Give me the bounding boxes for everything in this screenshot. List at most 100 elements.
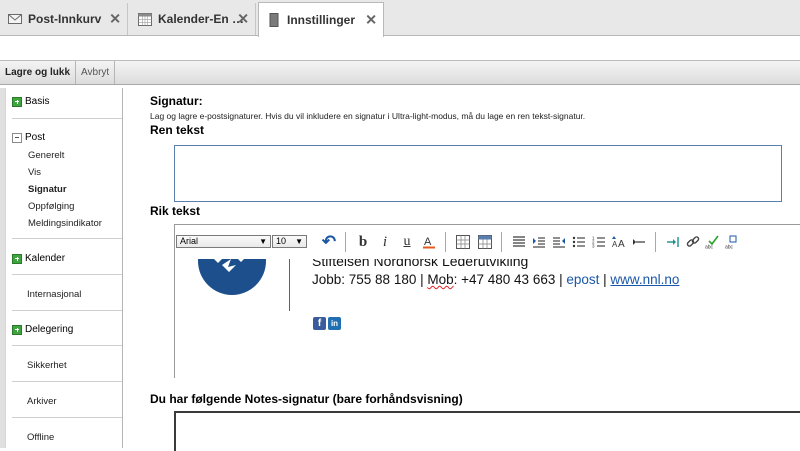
- font-size-select[interactable]: 10 ▼: [272, 235, 307, 248]
- font-family-select[interactable]: Arial ▼: [176, 235, 271, 248]
- nav-item-generelt[interactable]: Generelt: [28, 150, 64, 161]
- settings-nav: Basis Post Generelt Vis Signatur Oppfølg…: [5, 88, 123, 448]
- website-link[interactable]: www.nnl.no: [610, 272, 679, 287]
- nav-item-vis[interactable]: Vis: [28, 167, 41, 178]
- tab-innstillinger[interactable]: Innstillinger ✕: [258, 2, 384, 37]
- divider: [501, 232, 502, 252]
- plain-text-signature-input[interactable]: [174, 145, 782, 202]
- divider: [12, 118, 122, 119]
- table-properties-icon[interactable]: [477, 234, 493, 250]
- nav-section-kalender[interactable]: Kalender: [12, 253, 65, 264]
- link-icon[interactable]: [685, 234, 701, 250]
- nav-section-arkiver[interactable]: Arkiver: [27, 396, 57, 407]
- tab-label: Kalender-En …: [158, 12, 245, 26]
- dropdown-arrow-icon: ▼: [295, 237, 303, 246]
- linkedin-glyph: in: [330, 319, 339, 328]
- nav-label: Kalender: [25, 253, 66, 264]
- font-value: Arial: [180, 236, 199, 246]
- nav-section-post[interactable]: Post: [12, 132, 45, 143]
- calendar-icon: [138, 12, 152, 26]
- font-size-icon[interactable]: AA: [611, 234, 627, 250]
- table-icon[interactable]: [455, 234, 471, 250]
- notes-signature-preview: [174, 411, 800, 451]
- rich-text-signature-body[interactable]: Stiftelsen Nordnorsk Lederutvikling Jobb…: [175, 259, 800, 379]
- signature-org-name: Stiftelsen Nordnorsk Lederutvikling: [312, 259, 529, 269]
- spellcheck-options-icon[interactable]: abc: [725, 234, 741, 250]
- align-icon[interactable]: [511, 234, 527, 250]
- spellcheck-icon[interactable]: abc: [705, 234, 721, 250]
- outdent-icon[interactable]: [551, 234, 567, 250]
- rich-text-toolbar: Arial ▼ 10 ▼ ↶ b i u A 1 2 3 A A abc abc: [175, 225, 800, 259]
- signature-description: Lag og lagre e-postsignaturer. Hvis du v…: [150, 111, 586, 121]
- facebook-glyph: f: [317, 318, 322, 329]
- nav-item-oppfolging[interactable]: Oppfølging: [28, 201, 74, 212]
- tab-kalender[interactable]: Kalender-En … ✕: [130, 3, 256, 35]
- nav-label: Basis: [25, 96, 50, 107]
- tab-label: Post-Innkurv: [28, 12, 102, 26]
- rich-text-heading: Rik tekst: [150, 204, 201, 218]
- nav-label: Delegering: [25, 324, 74, 335]
- expand-icon[interactable]: [12, 324, 22, 335]
- notes-signature-heading: Du har følgende Notes-signatur (bare for…: [150, 392, 463, 406]
- expand-icon[interactable]: [12, 96, 22, 107]
- cancel-button[interactable]: Avbryt: [76, 61, 116, 84]
- close-icon[interactable]: ✕: [365, 12, 377, 29]
- nav-item-signatur[interactable]: Signatur: [28, 184, 67, 195]
- email-link[interactable]: epost: [566, 272, 599, 287]
- svg-text:A: A: [618, 239, 625, 249]
- tab-post-innkurv[interactable]: Post-Innkurv ✕: [0, 3, 128, 35]
- nav-label: Post: [25, 132, 46, 143]
- plain-text-heading: Ren tekst: [150, 123, 205, 137]
- nav-section-offline[interactable]: Offline: [27, 432, 54, 443]
- facebook-icon[interactable]: f: [313, 317, 326, 330]
- nav-item-meldingsindikator[interactable]: Meldingsindikator: [28, 218, 102, 229]
- phone-mobile: : +47 480 43 663 |: [453, 272, 567, 287]
- close-icon[interactable]: ✕: [237, 11, 249, 28]
- insert-line-icon[interactable]: [631, 234, 647, 250]
- nav-section-basis[interactable]: Basis: [12, 96, 49, 107]
- phone-work: Jobb: 755 88 180 |: [312, 272, 428, 287]
- tab-bar: Post-Innkurv ✕ Kalender-En … ✕ Innstilli…: [0, 0, 800, 37]
- settings-content: Signatur: Lag og lagre e-postsignaturer.…: [124, 88, 800, 451]
- svg-text:abc: abc: [725, 245, 734, 250]
- numbered-list-icon[interactable]: 123: [591, 234, 607, 250]
- undo-icon[interactable]: ↶: [321, 232, 337, 251]
- close-icon[interactable]: ✕: [109, 11, 121, 28]
- divider: [345, 232, 346, 252]
- italic-icon[interactable]: i: [377, 234, 393, 250]
- rich-text-editor: Arial ▼ 10 ▼ ↶ b i u A 1 2 3 A A abc abc…: [174, 224, 800, 379]
- nav-section-internasjonal[interactable]: Internasjonal: [27, 289, 81, 300]
- linkedin-icon[interactable]: in: [328, 317, 341, 330]
- svg-text:abc: abc: [705, 245, 714, 250]
- action-toolbar: Lagre og lukk Avbryt: [0, 60, 800, 85]
- divider: [12, 417, 122, 418]
- bullet-list-icon[interactable]: [571, 234, 587, 250]
- text-color-icon[interactable]: A: [421, 234, 437, 250]
- size-value: 10: [276, 236, 287, 246]
- divider: [12, 238, 122, 239]
- divider: [655, 232, 656, 252]
- svg-text:A: A: [424, 236, 432, 248]
- save-and-close-button[interactable]: Lagre og lukk: [0, 61, 77, 84]
- divider: [445, 232, 446, 252]
- signature-heading: Signatur:: [150, 94, 203, 108]
- mobile-label: Mob: [427, 272, 454, 287]
- divider: [12, 274, 122, 275]
- tab-label: Innstillinger: [287, 13, 356, 27]
- indent-icon[interactable]: [531, 234, 547, 250]
- collapse-icon[interactable]: [12, 132, 22, 143]
- mail-icon: [8, 12, 22, 26]
- separator: |: [599, 272, 611, 287]
- signature-contact-line: Jobb: 755 88 180 | Mob: +47 480 43 663 |…: [312, 272, 679, 287]
- svg-text:3: 3: [592, 244, 595, 249]
- nnl-logo: [198, 259, 266, 297]
- dropdown-arrow-icon: ▼: [259, 237, 267, 246]
- nav-section-delegering[interactable]: Delegering: [12, 324, 73, 335]
- nav-section-sikkerhet[interactable]: Sikkerhet: [27, 360, 67, 371]
- insert-tab-icon[interactable]: [665, 234, 681, 250]
- underline-icon[interactable]: u: [399, 234, 415, 250]
- divider: [12, 310, 122, 311]
- bold-icon[interactable]: b: [355, 234, 371, 250]
- settings-page-icon: [267, 13, 281, 27]
- expand-icon[interactable]: [12, 253, 22, 264]
